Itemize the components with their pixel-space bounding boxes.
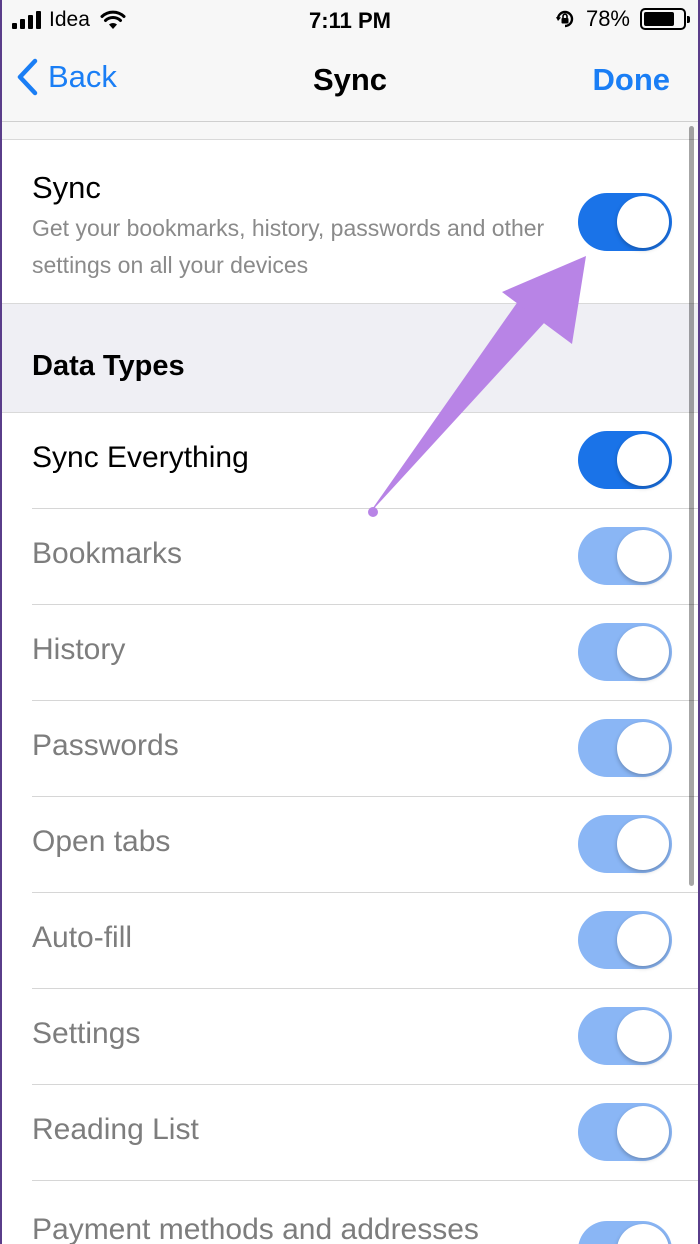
- row-label: Auto-fill: [32, 921, 133, 954]
- sync-description: Get your bookmarks, history, passwords a…: [32, 215, 545, 278]
- toggle-knob: [617, 1010, 669, 1062]
- row-label: Passwords: [32, 729, 179, 762]
- row-open-tabs: Open tabs: [0, 797, 700, 893]
- toggle-knob: [617, 1106, 669, 1158]
- toggle-knob: [617, 914, 669, 966]
- passwords-toggle[interactable]: [578, 719, 672, 777]
- bookmarks-toggle[interactable]: [578, 527, 672, 585]
- sync-everything-toggle[interactable]: [578, 431, 672, 489]
- row-label: Bookmarks: [32, 537, 183, 570]
- battery-percent: 78%: [585, 6, 630, 31]
- done-button[interactable]: Done: [593, 62, 671, 98]
- row-label: Reading List: [32, 1113, 199, 1146]
- sync-toggle[interactable]: [578, 193, 672, 251]
- payment-methods-toggle[interactable]: [578, 1221, 672, 1244]
- row-label: Open tabs: [32, 825, 171, 858]
- history-toggle[interactable]: [578, 623, 672, 681]
- row-settings: Settings: [0, 989, 700, 1085]
- row-auto-fill: Auto-fill: [0, 893, 700, 989]
- row-payment-methods: Payment methods and addresses: [0, 1181, 700, 1244]
- navigation-bar: Back Sync Done: [0, 40, 700, 122]
- reading-list-toggle[interactable]: [578, 1103, 672, 1161]
- frame-edge-left: [0, 0, 2, 1244]
- toggle-knob: [617, 196, 669, 248]
- auto-fill-toggle[interactable]: [578, 911, 672, 969]
- sync-setting-card: Sync Get your bookmarks, history, passwo…: [0, 139, 700, 304]
- row-label: History: [32, 633, 126, 666]
- row-history: History: [0, 605, 700, 701]
- toggle-knob: [617, 530, 669, 582]
- rotation-lock-icon: [555, 10, 574, 28]
- sync-title: Sync: [32, 170, 101, 205]
- row-label: Payment methods and addresses: [32, 1213, 479, 1244]
- status-right: 78%: [554, 6, 690, 32]
- scrollbar[interactable]: [689, 126, 694, 886]
- row-passwords: Passwords: [0, 701, 700, 797]
- section-header: Data Types: [0, 304, 700, 413]
- section-title-data-types: Data Types: [32, 350, 185, 382]
- battery-icon: [640, 8, 690, 30]
- row-sync-everything: Sync Everything: [0, 413, 700, 509]
- row-reading-list: Reading List: [0, 1085, 700, 1181]
- toggle-knob: [617, 1224, 669, 1244]
- toggle-knob: [617, 722, 669, 774]
- toggle-knob: [617, 818, 669, 870]
- settings-toggle[interactable]: [578, 1007, 672, 1065]
- battery-fill: [644, 12, 674, 26]
- open-tabs-toggle[interactable]: [578, 815, 672, 873]
- status-bar: Idea 7:11 PM 78%: [0, 0, 700, 40]
- toggle-knob: [617, 626, 669, 678]
- row-label: Sync Everything: [32, 441, 249, 474]
- data-types-list: Sync Everything Bookmarks History Passwo…: [0, 413, 700, 1244]
- toggle-knob: [617, 434, 669, 486]
- row-label: Settings: [32, 1017, 141, 1050]
- row-bookmarks: Bookmarks: [0, 509, 700, 605]
